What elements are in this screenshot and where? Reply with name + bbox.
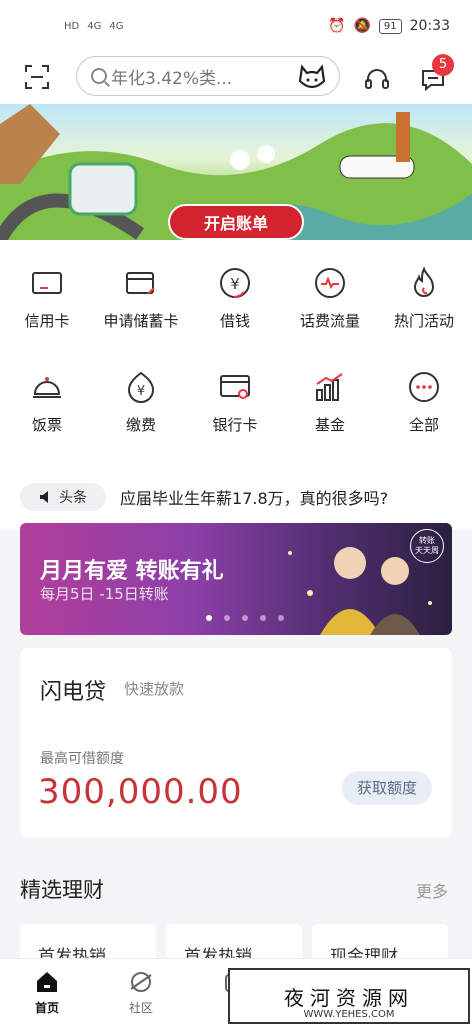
apply-card-icon — [126, 272, 155, 295]
alarm-icon: ⏰ — [328, 18, 346, 34]
headline-tag-label: 头条 — [59, 490, 87, 506]
search-icon — [91, 68, 107, 84]
battery-indicator: 91 — [378, 18, 402, 34]
pulse-icon — [315, 268, 345, 298]
grid-item-all[interactable]: 全部 — [377, 370, 471, 435]
promo-seal: 转账 天天周 — [410, 529, 444, 563]
status-right: ⏰ 🔕 91 20:33 — [328, 18, 450, 34]
home-icon — [37, 972, 57, 992]
loan-limit-label: 最高可借额度 — [40, 751, 124, 767]
news-headline[interactable]: 头条 应届毕业生年薪17.8万，真的很多吗? — [0, 450, 472, 530]
tab-community[interactable]: 社区 — [94, 969, 188, 1016]
carousel-dot[interactable] — [242, 615, 248, 621]
promo-subtitle: 每月5日 -15日转账 — [40, 585, 169, 603]
search-placeholder: 年化3.42%类... — [111, 68, 233, 89]
svg-text:¥: ¥ — [230, 275, 240, 293]
hero-banner[interactable]: 开启账单 — [0, 104, 472, 240]
tab-home[interactable]: 首页 — [0, 969, 94, 1016]
svg-text:¥: ¥ — [137, 384, 145, 399]
loan-limit-amount: 300,000.00 — [38, 772, 243, 812]
hd-indicator: HD — [64, 20, 80, 32]
grid-label: 基金 — [314, 416, 345, 434]
flame-icon — [413, 266, 435, 297]
grid-label: 借钱 — [219, 312, 250, 330]
grid-item-fund[interactable]: 基金 — [283, 370, 377, 435]
grid-item-credit-card[interactable]: 信用卡 — [0, 266, 94, 331]
yuan-bag-icon: ¥ — [127, 371, 155, 403]
grid-item-borrow[interactable]: ¥ 借钱 — [188, 266, 282, 331]
promo-title: 月月有爱 转账有礼 — [40, 559, 224, 584]
signal-4g-1: 4G — [87, 20, 102, 32]
open-bill-button[interactable]: 开启账单 — [168, 204, 304, 240]
scan-icon[interactable] — [24, 64, 50, 90]
grid-label: 申请储蓄卡 — [103, 312, 179, 330]
speaker-icon — [40, 491, 48, 503]
search-row: 年化3.42%类... — [0, 52, 472, 104]
grid-item-meal-ticket[interactable]: 饭票 — [0, 370, 94, 435]
more-dots-icon — [409, 372, 439, 402]
loan-subtitle: 快速放款 — [124, 680, 185, 698]
grid-item-topup[interactable]: 话费流量 — [283, 266, 377, 331]
transfer-promo-banner[interactable]: 月月有爱 转账有礼 每月5日 -15日转账 转账 天天周 — [20, 523, 452, 635]
carousel-dot[interactable] — [278, 615, 284, 621]
grid-label: 饭票 — [31, 416, 62, 434]
notification-badge: 5 — [432, 54, 454, 76]
headset-icon[interactable] — [364, 66, 390, 92]
bank-card-icon — [220, 375, 250, 399]
loan-title: 闪电贷 — [40, 680, 107, 705]
get-limit-button[interactable]: 获取额度 — [342, 771, 432, 805]
watermark-url: WWW.YEHES.COM — [303, 1009, 395, 1020]
clock: 20:33 — [409, 18, 450, 34]
section-title-wealth: 精选理财 — [20, 878, 104, 902]
grid-label: 全部 — [408, 416, 439, 434]
yuan-coin-icon: ¥ — [220, 268, 250, 298]
planet-icon — [130, 972, 152, 992]
grid-item-bank-card[interactable]: 银行卡 — [188, 370, 282, 435]
status-left: HD 4G 4G — [64, 21, 123, 32]
grid-label: 银行卡 — [212, 416, 258, 434]
tab-label: 首页 — [34, 1001, 59, 1015]
bar-chart-icon — [316, 373, 343, 401]
status-bar: HD 4G 4G ⏰ 🔕 91 20:33 — [0, 0, 472, 52]
flash-loan-card[interactable]: 闪电贷 快速放款 最高可借额度 300,000.00 获取额度 — [20, 648, 452, 838]
carousel-dot[interactable] — [206, 615, 212, 621]
credit-card-icon — [32, 272, 62, 294]
headline-tag: 头条 — [20, 483, 106, 511]
carousel-dot[interactable] — [224, 615, 230, 621]
grid-label: 热门活动 — [393, 312, 454, 330]
mute-icon: 🔕 — [353, 18, 371, 34]
watermark-overlay: 夜河资源网 WWW.YEHES.COM — [228, 968, 470, 1024]
grid-item-hot-events[interactable]: 热门活动 — [377, 266, 471, 331]
carousel-dots[interactable] — [206, 615, 284, 621]
grid-label: 缴费 — [125, 416, 156, 434]
tab-label: 社区 — [128, 1001, 153, 1015]
wealth-more-link[interactable]: 更多 — [416, 878, 448, 902]
grid-item-apply-card[interactable]: 申请储蓄卡 — [94, 266, 188, 331]
grid-label: 话费流量 — [299, 312, 360, 330]
headline-text[interactable]: 应届毕业生年薪17.8万，真的很多吗? — [120, 485, 388, 509]
watermark-title: 夜河资源网 — [284, 985, 414, 1010]
grid-item-pay-bills[interactable]: ¥ 缴费 — [94, 370, 188, 435]
signal-4g-2: 4G — [109, 20, 124, 32]
grid-label: 信用卡 — [24, 312, 70, 330]
mascot-icon[interactable] — [297, 63, 327, 91]
search-input[interactable]: 年化3.42%类... — [76, 56, 340, 96]
quick-grid: 信用卡 申请储蓄卡 ¥ 借钱 话费流量 热门活动 饭票 ¥ 缴费 银行卡 基金 … — [0, 240, 472, 450]
dining-cloche-icon — [33, 377, 61, 398]
carousel-dot[interactable] — [260, 615, 266, 621]
